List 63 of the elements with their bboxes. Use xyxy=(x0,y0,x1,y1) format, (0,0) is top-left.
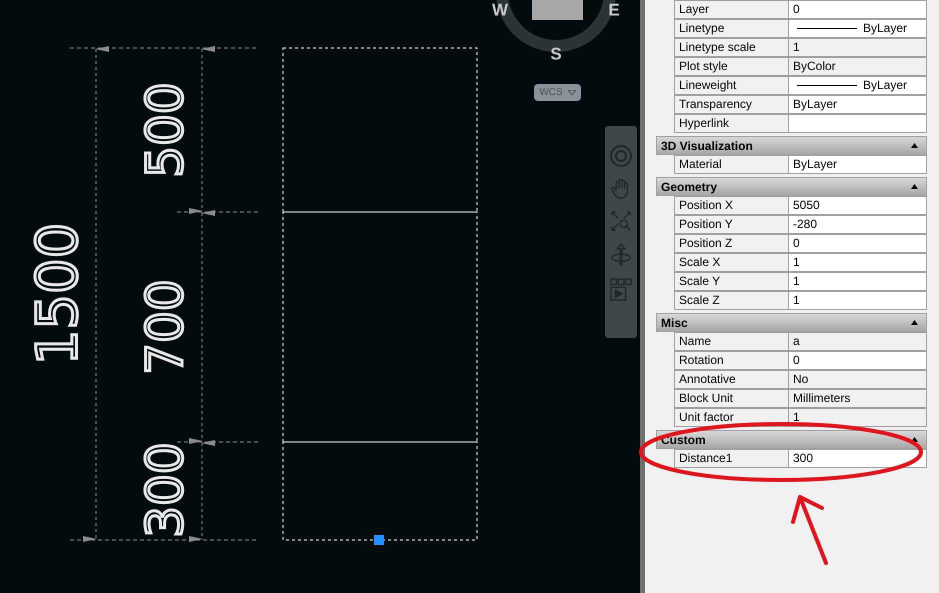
property-value[interactable]: ByColor xyxy=(789,57,927,76)
line-sample xyxy=(797,85,857,86)
compass-letter: S xyxy=(550,44,562,64)
property-value[interactable] xyxy=(789,114,927,133)
property-value[interactable]: ByLayer xyxy=(789,155,927,174)
property-label: Scale X xyxy=(674,253,789,272)
property-value[interactable]: No xyxy=(789,370,927,389)
compass-letter: E xyxy=(608,0,620,20)
property-value[interactable]: 0 xyxy=(789,0,927,19)
steering-wheel-icon[interactable] xyxy=(609,144,633,168)
property-value[interactable]: Millimeters xyxy=(789,389,927,408)
caret-icon xyxy=(568,90,576,95)
zoom-icon[interactable] xyxy=(610,210,632,232)
property-value[interactable]: 1 xyxy=(789,38,927,57)
property-label: Material xyxy=(674,155,789,174)
property-label: Position Z xyxy=(674,234,789,253)
property-label: Scale Z xyxy=(674,291,789,310)
property-value[interactable]: 0 xyxy=(789,351,927,370)
section-title: 3D Visualization xyxy=(661,138,753,154)
section-header[interactable]: 3D Visualization xyxy=(656,136,927,155)
section-title: Misc xyxy=(661,314,688,332)
property-label: Scale Y xyxy=(674,272,789,291)
showmotion-icon[interactable] xyxy=(610,278,632,304)
property-value[interactable]: ByLayer xyxy=(789,95,927,114)
property-label: Position X xyxy=(674,196,789,215)
property-value[interactable]: 1 xyxy=(789,408,927,427)
annotation-arrow xyxy=(791,495,828,565)
property-label: Lineweight xyxy=(674,76,789,95)
property-value[interactable]: a xyxy=(789,332,927,351)
property-label: Hyperlink xyxy=(674,114,789,133)
property-value[interactable]: 5050 xyxy=(789,196,927,215)
drawing-canvas[interactable]: 1500 500 700 300 W E S WCS xyxy=(0,0,640,593)
orbit-icon[interactable] xyxy=(610,242,632,268)
section-title: Geometry xyxy=(661,178,718,196)
section-header[interactable]: Misc xyxy=(656,313,927,332)
property-value[interactable]: 1 xyxy=(789,253,927,272)
view-cube[interactable] xyxy=(532,0,583,20)
compass-letter: W xyxy=(492,0,508,20)
property-label: Block Unit xyxy=(674,389,789,408)
property-label: Linetype xyxy=(674,19,789,38)
property-value[interactable]: ByLayer xyxy=(789,19,927,38)
property-label: Linetype scale xyxy=(674,38,789,57)
property-label: Distance1 xyxy=(674,449,789,468)
dimension-text: 1500 xyxy=(26,222,90,366)
property-label: Transparency xyxy=(674,95,789,114)
dimension-text: 700 xyxy=(136,279,194,375)
section-header[interactable]: Geometry xyxy=(656,177,927,196)
property-label: Rotation xyxy=(674,351,789,370)
property-value[interactable]: 300 xyxy=(789,449,927,468)
property-value[interactable]: ByLayer xyxy=(789,76,927,95)
grip-handle[interactable] xyxy=(374,535,384,545)
property-label: Plot style xyxy=(674,57,789,76)
property-value[interactable]: -280 xyxy=(789,215,927,234)
property-label: Layer xyxy=(674,0,789,19)
dimension-text: 300 xyxy=(136,442,194,538)
property-label: Position Y xyxy=(674,215,789,234)
property-label: Annotative xyxy=(674,370,789,389)
property-label: Name xyxy=(674,332,789,351)
property-value[interactable]: 1 xyxy=(789,272,927,291)
property-value[interactable]: 1 xyxy=(789,291,927,310)
property-value[interactable]: 0 xyxy=(789,234,927,253)
dimension-text: 500 xyxy=(136,82,194,178)
line-sample xyxy=(797,28,857,29)
